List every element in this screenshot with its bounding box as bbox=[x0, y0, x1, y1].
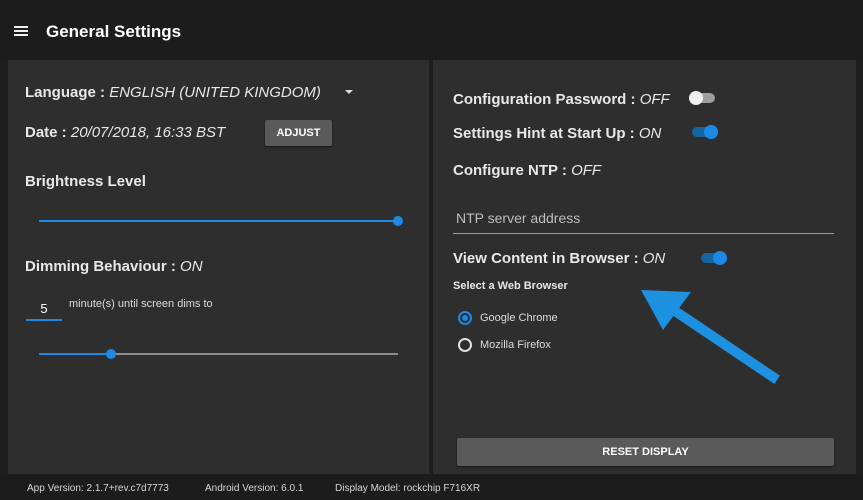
annotation-arrow-shaft bbox=[662, 300, 780, 384]
config-password-toggle[interactable] bbox=[689, 91, 715, 105]
option-google-chrome[interactable]: Google Chrome bbox=[480, 312, 558, 324]
ntp-server-field[interactable] bbox=[453, 204, 834, 234]
browser-select-label: Select a Web Browser bbox=[453, 280, 568, 292]
settings-hint-setting: Settings Hint at Start Up : ON bbox=[453, 125, 661, 142]
config-password-value: OFF bbox=[639, 91, 670, 108]
dimming-setting: Dimming Behaviour : ON bbox=[25, 258, 203, 275]
dim-minutes-input[interactable]: 5 bbox=[26, 301, 62, 321]
settings-hint-toggle[interactable] bbox=[692, 125, 718, 139]
view-browser-value: ON bbox=[642, 250, 666, 267]
ntp-setting[interactable]: Configure NTP : OFF bbox=[453, 162, 601, 179]
language-setting[interactable]: Language : ENGLISH (UNITED KINGDOM) bbox=[25, 84, 321, 101]
annotation-arrow-icon bbox=[641, 290, 780, 384]
settings-hint-value: ON bbox=[638, 125, 662, 142]
brightness-slider-thumb[interactable] bbox=[393, 216, 403, 226]
brightness-slider-fill bbox=[39, 220, 398, 222]
dimming-value: ON bbox=[180, 258, 203, 275]
view-browser-label: View Content in Browser : bbox=[453, 250, 639, 267]
language-label: Language : bbox=[25, 84, 106, 101]
android-version: Android Version: 6.0.1 bbox=[205, 483, 304, 494]
app-bar: General Settings bbox=[0, 0, 863, 60]
config-password-label: Configuration Password : bbox=[453, 91, 636, 108]
view-browser-setting: View Content in Browser : ON bbox=[453, 250, 665, 267]
brightness-label: Brightness Level bbox=[25, 173, 146, 190]
dim-slider-fill bbox=[39, 353, 111, 355]
hamburger-menu-icon[interactable] bbox=[14, 26, 28, 36]
ntp-server-input[interactable] bbox=[456, 210, 826, 226]
date-label: Date : bbox=[25, 124, 67, 141]
reset-display-button[interactable]: RESET DISPLAY bbox=[457, 438, 834, 466]
settings-hint-label: Settings Hint at Start Up : bbox=[453, 125, 635, 142]
app-version: App Version: 2.1.7+rev.c7d7773 bbox=[27, 483, 169, 494]
view-browser-toggle[interactable] bbox=[701, 251, 727, 265]
option-mozilla-firefox[interactable]: Mozilla Firefox bbox=[480, 339, 551, 351]
display-model: Display Model: rockchip F716XR bbox=[335, 483, 481, 494]
right-settings-panel bbox=[433, 60, 856, 474]
language-value: ENGLISH (UNITED KINGDOM) bbox=[109, 84, 321, 101]
status-footer: App Version: 2.1.7+rev.c7d7773 Android V… bbox=[0, 474, 863, 500]
dimming-label: Dimming Behaviour : bbox=[25, 258, 176, 275]
dim-minutes-caption: minute(s) until screen dims to bbox=[69, 298, 213, 310]
adjust-date-button[interactable]: ADJUST bbox=[265, 120, 332, 146]
ntp-label: Configure NTP : bbox=[453, 162, 567, 179]
annotation-arrow-head bbox=[641, 290, 691, 330]
date-value: 20/07/2018, 16:33 BST bbox=[70, 124, 226, 141]
ntp-value: OFF bbox=[571, 162, 602, 179]
radio-google-chrome[interactable] bbox=[458, 311, 472, 325]
date-setting: Date : 20/07/2018, 16:33 BST bbox=[25, 124, 225, 141]
radio-mozilla-firefox[interactable] bbox=[458, 338, 472, 352]
page-title: General Settings bbox=[46, 22, 182, 41]
config-password-setting: Configuration Password : OFF bbox=[453, 91, 670, 108]
dim-slider-thumb[interactable] bbox=[106, 349, 116, 359]
chevron-down-icon[interactable] bbox=[345, 90, 353, 94]
